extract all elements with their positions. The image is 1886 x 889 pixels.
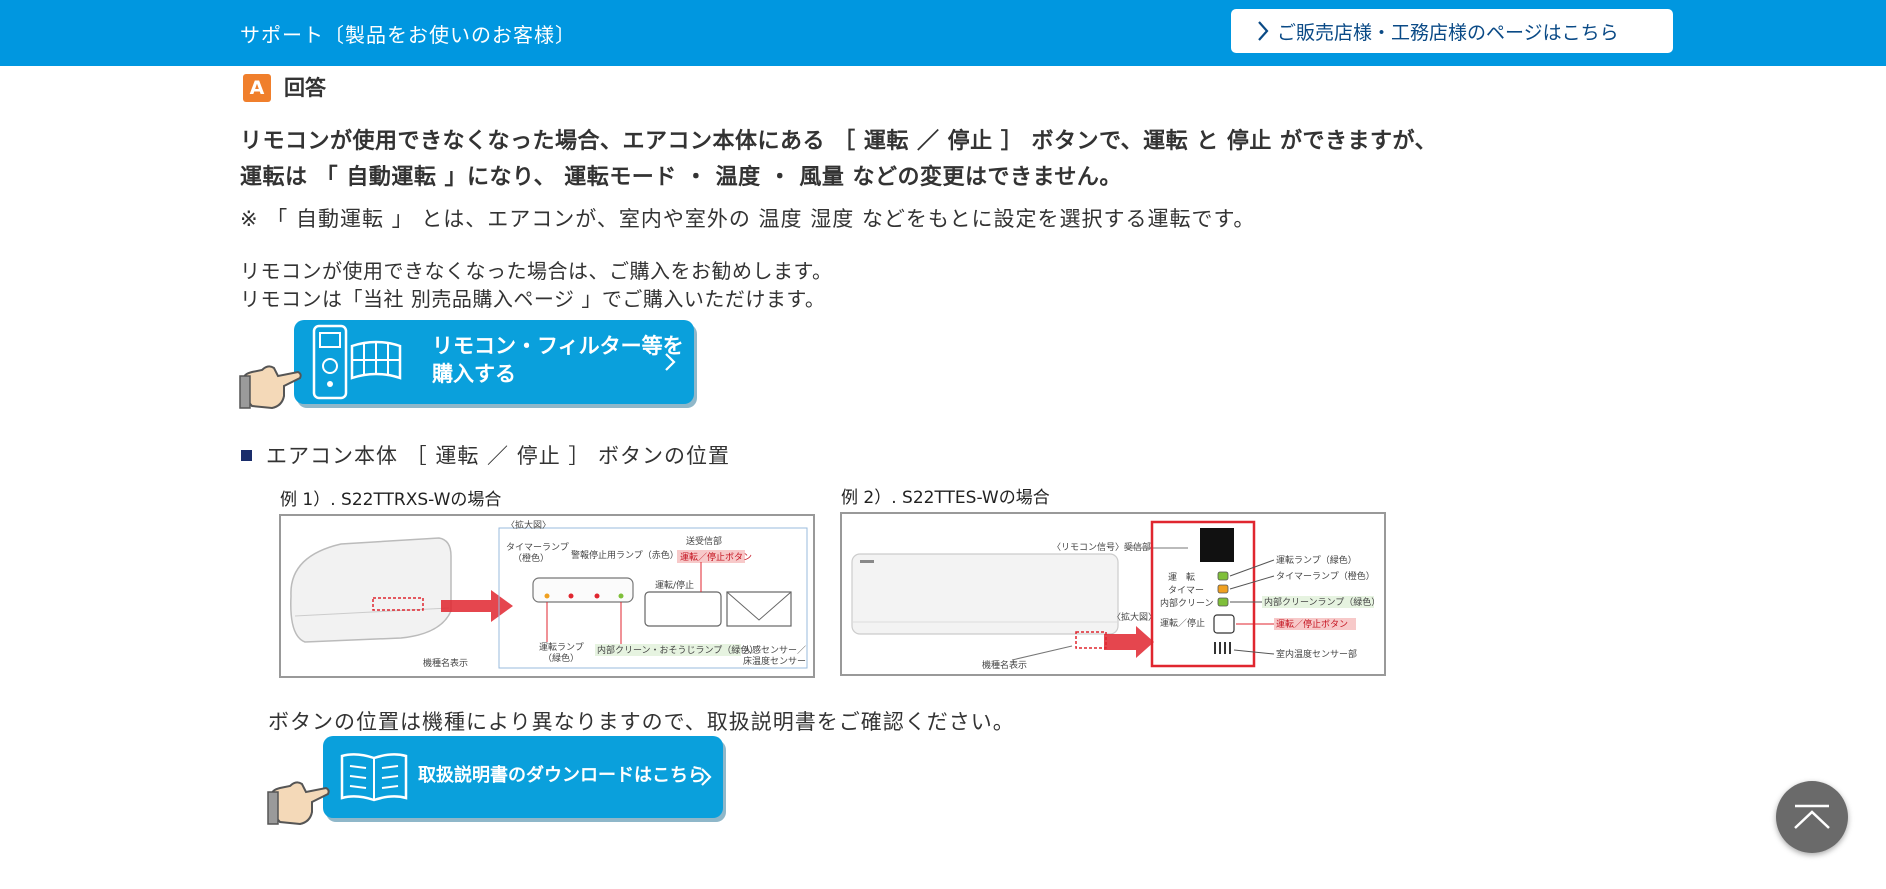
example1-model-label: 機種名表示 — [423, 657, 468, 669]
buy-button-line1: リモコン・フィルター等を — [432, 334, 684, 358]
auto-run-note: ※ 「 自動運転 」 とは、エアコンが、室内や室外の 温度 湿度 などをもとに設… — [240, 207, 1256, 231]
header-title[interactable]: サポート〔製品をお使いのお客様〕 — [240, 19, 576, 48]
example2-diagram: 〈リモコン信号〉受信部 〈拡大図〉 機種名表示 運 転 タイマー 内部クリーン … — [840, 512, 1386, 676]
manual-button-label: 取扱説明書のダウンロードはこちら — [418, 765, 706, 786]
buy-button-label: リモコン・フィルター等を 購入する — [432, 332, 684, 388]
answer-lead: リモコンが使用できなくなった場合、エアコン本体にある ［ 運転 ／ 停止 ］ ボ… — [240, 124, 1640, 196]
example2-temp-sensor: 室内温度センサー部 — [1276, 648, 1357, 660]
example1-timer-lamp: タイマーランプ — [506, 542, 569, 553]
chevron-right-icon — [1258, 21, 1269, 41]
example2-run-lamp: 運転ランプ（緑色） — [1276, 554, 1357, 566]
example1-diagram: 〈拡大図〉 タイマーランプ （橙色） 警報停止用ランプ（赤色） 送受信部 運転／… — [279, 514, 815, 678]
button-position-note: ボタンの位置は機種により異なりますので、取扱説明書をご確認ください。 — [268, 710, 1015, 734]
example1-sensor: 人感センサー／ — [743, 644, 806, 656]
chevron-right-icon — [701, 768, 712, 786]
hand-pointer-icon — [267, 781, 330, 826]
arrow-up-icon — [1794, 804, 1830, 829]
example2-caption: 例 2）. S22TTES-Wの場合 — [841, 488, 1050, 508]
example1-caption: 例 1）. S22TTRXS-Wの場合 — [280, 490, 502, 510]
example1-run-lamp: 運転ランプ — [539, 642, 584, 653]
example2-receiver: 〈リモコン信号〉受信部 — [1052, 541, 1151, 553]
filter-icon — [350, 340, 402, 380]
purchase-paragraph-line2: リモコンは「当社 別売品購入ページ 」でご購入いただけます。 — [240, 287, 826, 311]
example1-zoom-label: 〈拡大図〉 — [506, 519, 551, 531]
answer-lead-line2: 運転は 「 自動運転 」になり、 運転モード ・ 温度 ・ 風量 などの変更はで… — [240, 165, 1122, 190]
buy-button-line2: 購入する — [432, 362, 516, 386]
ac-unit-illustration — [290, 537, 452, 643]
purchase-paragraph-line1: リモコンが使用できなくなった場合は、ご購入をお勧めします。 — [240, 259, 833, 283]
answer-lead-line1: リモコンが使用できなくなった場合、エアコン本体にある ［ 運転 ／ 停止 ］ ボ… — [240, 129, 1438, 154]
manual-download-button[interactable]: 取扱説明書のダウンロードはこちら — [266, 736, 728, 828]
example1-run-stop-small: 運転/停止 — [655, 579, 694, 591]
example1-run-lamp-color: （緑色） — [543, 652, 579, 664]
example1-sensor2: 床温度センサー — [743, 655, 806, 667]
example2-zoom-label: 〈拡大図〉 — [1112, 611, 1157, 623]
section-title: エアコン本体 ［ 運転 ／ 停止 ］ ボタンの位置 — [266, 444, 731, 468]
buy-accessories-button[interactable]: リモコン・フィルター等を 購入する — [238, 320, 698, 412]
purchase-paragraph: リモコンが使用できなくなった場合は、ご購入をお勧めします。 リモコンは「当社 別… — [240, 257, 833, 313]
example2-run-stop: 運転／停止 — [1160, 617, 1205, 629]
section-bullet — [241, 450, 252, 461]
example2-model-label: 機種名表示 — [982, 659, 1027, 671]
site-header: サポート〔製品をお使いのお客様〕 ご販売店様・工務店様のページはこちら — [0, 0, 1886, 66]
example1-signal-lamp: 警報停止用ランプ（赤色） — [571, 549, 679, 561]
example1-receiver: 送受信部 — [686, 535, 722, 547]
dealer-page-label: ご販売店様・工務店様のページはこちら — [1277, 21, 1619, 44]
example2-run-stop-button: 運転／停止ボタン — [1276, 618, 1348, 630]
zoom-arrow — [441, 590, 513, 622]
example1-timer-lamp-color: （橙色） — [513, 552, 549, 564]
book-icon — [340, 753, 408, 802]
chevron-right-icon — [665, 353, 676, 371]
example2-unten: 運 転 — [1168, 572, 1195, 583]
answer-badge: A — [243, 74, 271, 102]
example2-clean-lamp: 内部クリーンランプ（緑色） — [1264, 596, 1380, 608]
page-top-button[interactable] — [1776, 781, 1848, 853]
example2-timer: タイマー — [1168, 585, 1204, 596]
dealer-page-button[interactable]: ご販売店様・工務店様のページはこちら — [1231, 9, 1673, 53]
hand-pointer-icon — [239, 365, 302, 410]
example2-timer-lamp: タイマーランプ（橙色） — [1276, 570, 1375, 582]
example1-clean-lamp: 内部クリーン・おそうじランプ（緑色） — [597, 644, 758, 656]
example2-clean: 内部クリーン — [1160, 597, 1214, 609]
answer-heading: 回答 — [284, 76, 326, 100]
example1-run-stop-button: 運転／停止ボタン — [680, 551, 752, 563]
